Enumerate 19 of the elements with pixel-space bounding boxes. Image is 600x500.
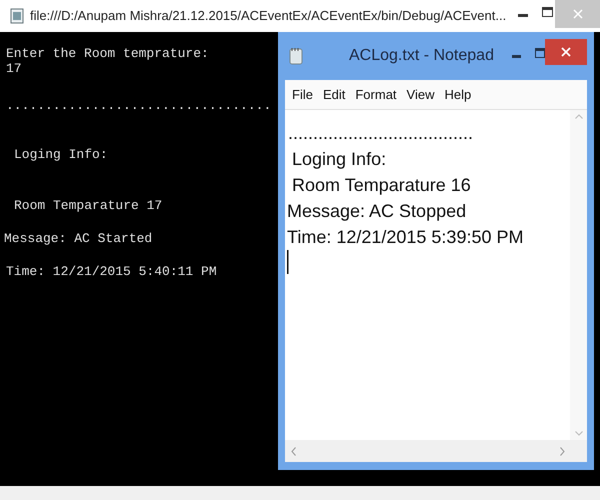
note-text: Time: 12/21/2015 5:39:50 PM xyxy=(286,227,524,247)
console-text: .................................. xyxy=(5,98,272,113)
menu-item[interactable]: Format xyxy=(354,84,398,104)
console-text: Loging Info: xyxy=(13,147,108,162)
note-text: ..................................... xyxy=(287,123,474,143)
note-text: Message: AC Stopped xyxy=(286,201,466,221)
menu-item[interactable]: File xyxy=(291,84,314,104)
console-text: Message: AC Started xyxy=(3,231,152,246)
window-title: file:///D:/Anupam Mishra/21.12.2015/ACEventEx/ACEventEx/bin/Debug/ACEvent... xyxy=(30,7,506,26)
note-text: Room Temparature 16 xyxy=(291,175,471,195)
window-title: ACLog.txt - Notepad xyxy=(349,46,494,66)
menu-item[interactable]: Edit xyxy=(322,84,346,104)
console-text: Room Temparature 17 xyxy=(13,198,162,213)
menu-item[interactable]: View xyxy=(406,84,436,104)
menu-item[interactable]: Help xyxy=(443,84,472,104)
console-text: Enter the Room temprature: xyxy=(5,46,209,61)
console-text: 17 xyxy=(5,61,22,76)
note-text: Loging Info: xyxy=(291,149,386,169)
console-text: Time: 12/21/2015 5:40:11 PM xyxy=(5,264,217,279)
